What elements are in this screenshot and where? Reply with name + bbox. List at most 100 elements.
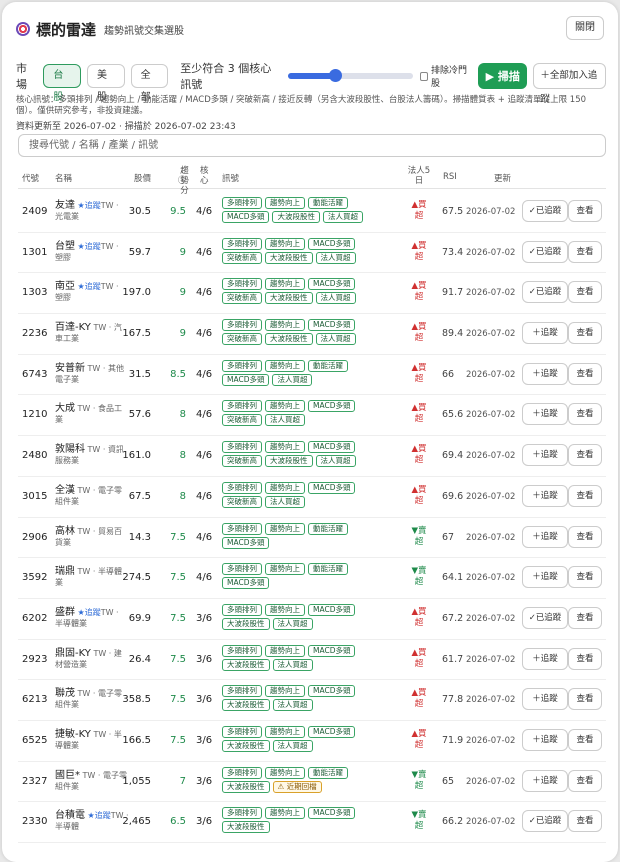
- signal-tag: 法人買超: [265, 414, 305, 427]
- track-button[interactable]: ＋追蹤: [522, 322, 568, 345]
- info-icon[interactable]: ⓘ: [178, 176, 187, 186]
- signal-tag: 大波段股性: [265, 292, 313, 305]
- table-row[interactable]: 1301 台塑 ★追蹤TW · 塑膠 59.7 9 4/6 多頭排列 趨勢向上 MACD多頭突…: [18, 233, 606, 274]
- signal-tags: 多頭排列 趨勢向上 MACD多頭 突破新高 大波段股性 法人買超: [222, 319, 392, 346]
- view-button[interactable]: 查看: [568, 688, 602, 711]
- col-code[interactable]: 代號: [22, 172, 39, 184]
- stock-name-cell: 國巨* TW · 電子零組件業: [55, 770, 129, 792]
- stock-name: 聯茂: [55, 688, 75, 700]
- table-row[interactable]: 2327 國巨* TW · 電子零組件業 1,055 7 3/6 多頭排列 趨勢向上 動能活躍…: [18, 762, 606, 803]
- stock-price: 31.5: [128, 368, 151, 380]
- track-button[interactable]: ＋追蹤: [522, 403, 568, 426]
- view-button[interactable]: 查看: [568, 362, 602, 385]
- stock-price: 14.3: [128, 531, 151, 543]
- track-button[interactable]: ＋追蹤: [522, 444, 568, 467]
- view-button[interactable]: 查看: [568, 322, 602, 345]
- table-row[interactable]: 1303 南亞 ★追蹤TW · 塑膠 197.0 9 4/6 多頭排列 趨勢向上 MACD多頭…: [18, 273, 606, 315]
- view-button[interactable]: 查看: [568, 810, 602, 833]
- stock-price: 30.5: [128, 206, 151, 217]
- track-button[interactable]: ✓已追蹤: [522, 606, 568, 629]
- table-row[interactable]: 6525 捷敏-KY TW · 半導體業 166.5 7.5 3/6 多頭排列 趨勢向上 MA…: [18, 721, 606, 762]
- checkbox-box[interactable]: [419, 71, 428, 81]
- table-row[interactable]: 2923 鼎固-KY TW · 建材營造業 26.4 7.5 3/6 多頭排列 趨勢向上 MA…: [18, 640, 606, 681]
- core-count: 4/6: [196, 368, 213, 380]
- signal-tag: 多頭排列: [222, 197, 262, 209]
- col-name[interactable]: 名稱: [55, 172, 72, 184]
- table-row[interactable]: 6213 聯茂 TW · 電子零組件業 358.5 7.5 3/6 多頭排列 趨勢向上 MAC…: [18, 680, 606, 721]
- institutional-flow: ▲買超: [411, 362, 427, 384]
- signal-tag: 法人買超: [322, 211, 363, 223]
- table-row[interactable]: 3592 瑞鼎 TW · 半導體業 274.5 7.5 4/6 多頭排列 趨勢向上 動能活躍 M…: [18, 558, 606, 599]
- table-row[interactable]: 2480 敦陽科 TW · 資訊服務業 161.0 8 4/6 多頭排列 趨勢向上 MACD多…: [18, 436, 606, 477]
- col-rsi[interactable]: RSI: [443, 172, 457, 182]
- signal-tag: MACD多頭: [308, 685, 356, 698]
- table-row[interactable]: 2236 百達-KY TW · 汽車工業 167.5 9 4/6 多頭排列 趨勢向上 MACD…: [18, 314, 606, 355]
- view-button[interactable]: 查看: [568, 525, 602, 548]
- search-input[interactable]: 搜尋代號 / 名稱 / 產業 / 訊號: [18, 134, 606, 157]
- close-button[interactable]: 關閉: [566, 16, 604, 40]
- trend-score: 9.5: [170, 206, 186, 217]
- min-signal-slider[interactable]: [287, 69, 413, 82]
- market-us-button[interactable]: 美股: [87, 64, 125, 103]
- stock-name-cell: 敦陽科 TW · 資訊服務業: [55, 444, 129, 466]
- view-button[interactable]: 查看: [568, 606, 602, 629]
- table-row[interactable]: 2906 高林 TW · 貿易百貨業 14.3 7.5 4/6 多頭排列 趨勢向上 動能活躍 M…: [18, 518, 606, 559]
- table-row[interactable]: 2330 台積電 ★追蹤TW · 半導體 2,465 6.5 3/6 多頭排列 趨勢向上 MA…: [18, 802, 606, 843]
- view-button[interactable]: 查看: [568, 566, 602, 589]
- add-all-track-button[interactable]: ＋全部加入追蹤: [533, 63, 606, 105]
- signal-tag: 法人買超: [315, 251, 356, 264]
- table-row[interactable]: 6743 安普新 TW · 其他電子業 31.5 8.5 4/6 多頭排列 趨勢向上 動能活躍…: [18, 355, 606, 396]
- col-price[interactable]: 股價: [134, 172, 151, 184]
- stock-name-cell: 捷敏-KY TW · 半導體業: [55, 729, 129, 751]
- track-button[interactable]: ✓已追蹤: [522, 200, 568, 222]
- track-button[interactable]: ✓已追蹤: [522, 240, 568, 263]
- track-button[interactable]: ＋追蹤: [522, 484, 568, 507]
- track-button[interactable]: ＋追蹤: [522, 362, 568, 385]
- track-button[interactable]: ＋追蹤: [522, 769, 568, 792]
- view-button[interactable]: 查看: [568, 444, 602, 467]
- track-button[interactable]: ✓已追蹤: [522, 810, 568, 833]
- col-score[interactable]: 趨勢分 ⓘ: [165, 166, 191, 196]
- col-inst[interactable]: 法人5日: [404, 166, 434, 186]
- track-button[interactable]: ＋追蹤: [522, 728, 568, 751]
- view-button[interactable]: 查看: [568, 403, 602, 426]
- table-row[interactable]: 6202 盛群 ★追蹤TW · 半導體業 69.9 7.5 3/6 多頭排列 趨勢向上 MAC…: [18, 599, 606, 640]
- market-all-button[interactable]: 全部: [130, 64, 169, 103]
- tracked-badge: ★追蹤: [77, 282, 101, 292]
- track-button[interactable]: ＋追蹤: [522, 566, 568, 589]
- signal-tag: 法人買超: [315, 292, 356, 305]
- signal-tag: 多頭排列: [222, 522, 262, 535]
- signal-tag: MACD多頭: [308, 319, 356, 332]
- view-button[interactable]: 查看: [568, 281, 602, 304]
- market-tw-button[interactable]: 台股: [43, 64, 81, 103]
- stock-name-cell: 盛群 ★追蹤TW · 半導體業: [55, 607, 129, 629]
- update-date: 2026-07-02: [466, 329, 516, 340]
- track-button[interactable]: ＋追蹤: [522, 647, 568, 670]
- track-button[interactable]: ＋追蹤: [522, 688, 568, 711]
- view-button[interactable]: 查看: [568, 200, 602, 222]
- modal-title: 標的雷達: [36, 20, 97, 39]
- signal-tag: 法人買超: [272, 373, 313, 386]
- view-button[interactable]: 查看: [568, 769, 602, 792]
- view-button[interactable]: 查看: [568, 484, 602, 507]
- signal-tag: MACD多頭: [308, 441, 356, 454]
- view-button[interactable]: 查看: [568, 647, 602, 670]
- slider-handle[interactable]: [329, 69, 343, 82]
- table-row[interactable]: 2409 友達 ★追蹤TW · 光電業 30.5 9.5 4/6 多頭排列 趨勢向上 動能活躍…: [18, 192, 606, 233]
- trend-score: 7.5: [170, 694, 186, 706]
- scan-button[interactable]: ▶ 掃描: [478, 63, 528, 89]
- view-button[interactable]: 查看: [568, 240, 602, 263]
- signal-tag: 多頭排列: [222, 278, 262, 291]
- signal-tag: 趨勢向上: [265, 725, 305, 738]
- rsi-value: 65: [442, 775, 455, 787]
- col-core[interactable]: 核心: [200, 166, 210, 186]
- table-row[interactable]: 3015 全漢 TW · 電子零組件業 67.5 8 4/6 多頭排列 趨勢向上 MACD多頭…: [18, 477, 606, 518]
- stock-name-cell: 南亞 ★追蹤TW · 塑膠: [55, 281, 129, 303]
- exclude-cold-checkbox[interactable]: 排除冷門股: [419, 63, 470, 89]
- table-row[interactable]: 1210 大成 TW · 食品工業 57.6 8 4/6 多頭排列 趨勢向上 MACD多頭 突破…: [18, 395, 606, 437]
- stock-name: 高林: [55, 525, 75, 537]
- trend-score: 7.5: [170, 572, 186, 584]
- view-button[interactable]: 查看: [568, 728, 602, 751]
- track-button[interactable]: ✓已追蹤: [522, 281, 568, 304]
- track-button[interactable]: ＋追蹤: [522, 525, 568, 548]
